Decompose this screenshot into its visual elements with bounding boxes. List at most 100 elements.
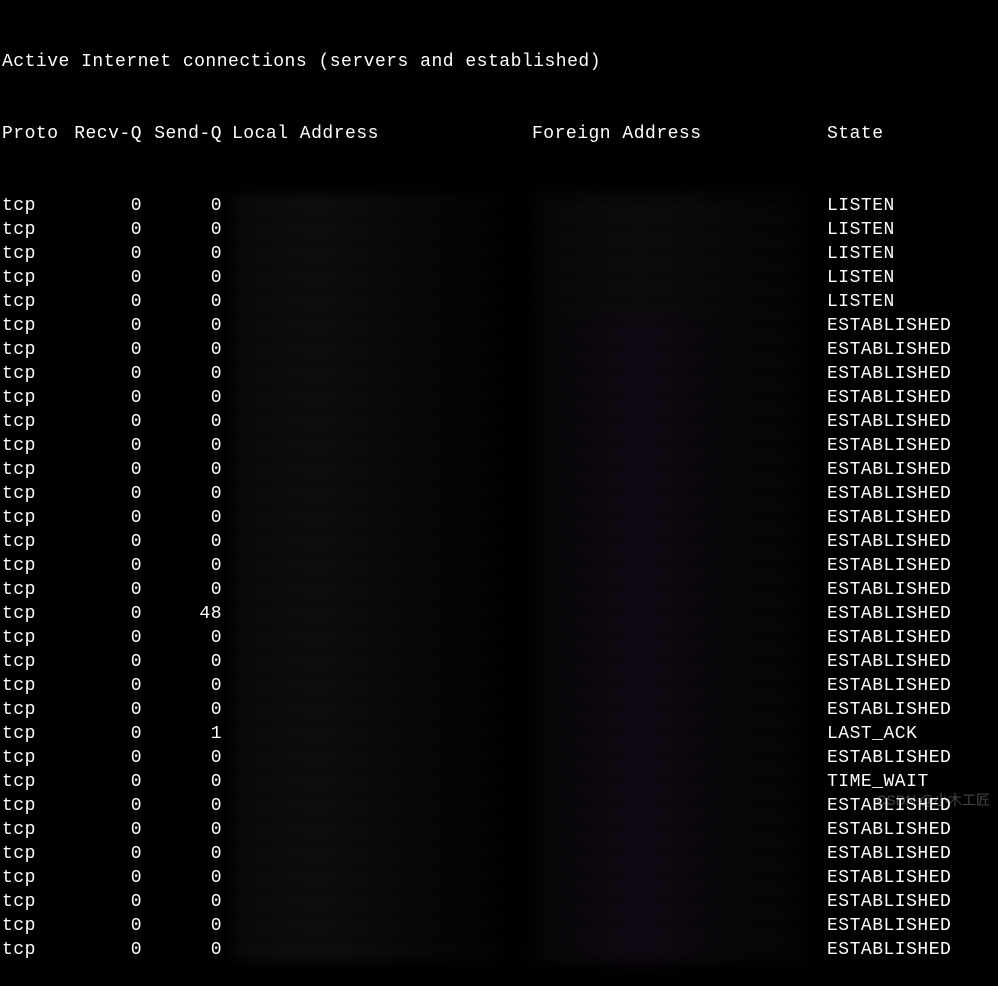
netstat-title: Active Internet connections (servers and… bbox=[2, 50, 996, 74]
cell-state: ESTABLISHED bbox=[827, 674, 996, 698]
connection-row: tcp00ESTABLISHED bbox=[2, 362, 996, 386]
redacted-local bbox=[232, 844, 502, 864]
cell-foreign-address bbox=[532, 434, 827, 458]
cell-sendq: 0 bbox=[152, 794, 232, 818]
cell-local-address bbox=[232, 722, 532, 746]
redacted-foreign bbox=[532, 508, 802, 528]
cell-proto: tcp bbox=[2, 482, 72, 506]
cell-foreign-address bbox=[532, 242, 827, 266]
cell-local-address bbox=[232, 890, 532, 914]
cell-local-address bbox=[232, 818, 532, 842]
cell-recvq: 0 bbox=[72, 482, 152, 506]
cell-state: ESTABLISHED bbox=[827, 650, 996, 674]
cell-recvq: 0 bbox=[72, 338, 152, 362]
cell-state: ESTABLISHED bbox=[827, 890, 996, 914]
cell-sendq: 0 bbox=[152, 914, 232, 938]
redacted-foreign bbox=[532, 340, 802, 360]
cell-state: ESTABLISHED bbox=[827, 410, 996, 434]
terminal-output: Active Internet connections (servers and… bbox=[2, 2, 996, 986]
cell-sendq: 0 bbox=[152, 482, 232, 506]
connection-row: tcp00ESTABLISHED bbox=[2, 314, 996, 338]
connection-row: tcp00ESTABLISHED bbox=[2, 698, 996, 722]
redacted-local bbox=[232, 412, 502, 432]
cell-sendq: 0 bbox=[152, 890, 232, 914]
redacted-local bbox=[232, 508, 502, 528]
cell-proto: tcp bbox=[2, 914, 72, 938]
cell-state: LISTEN bbox=[827, 194, 996, 218]
cell-proto: tcp bbox=[2, 650, 72, 674]
connection-row: tcp00ESTABLISHED bbox=[2, 338, 996, 362]
connection-row: tcp00ESTABLISHED bbox=[2, 650, 996, 674]
cell-sendq: 0 bbox=[152, 242, 232, 266]
redacted-foreign bbox=[532, 292, 802, 312]
cell-local-address bbox=[232, 746, 532, 770]
connection-row: tcp00LISTEN bbox=[2, 266, 996, 290]
cell-state: ESTABLISHED bbox=[827, 386, 996, 410]
cell-local-address bbox=[232, 794, 532, 818]
cell-local-address bbox=[232, 842, 532, 866]
cell-sendq: 0 bbox=[152, 530, 232, 554]
connection-row: tcp00ESTABLISHED bbox=[2, 482, 996, 506]
cell-foreign-address bbox=[532, 266, 827, 290]
cell-recvq: 0 bbox=[72, 242, 152, 266]
cell-recvq: 0 bbox=[72, 434, 152, 458]
connection-row: tcp00ESTABLISHED bbox=[2, 530, 996, 554]
redacted-foreign bbox=[532, 604, 802, 624]
connection-row: tcp00LISTEN bbox=[2, 242, 996, 266]
cell-local-address bbox=[232, 698, 532, 722]
redacted-local bbox=[232, 364, 502, 384]
cell-recvq: 0 bbox=[72, 458, 152, 482]
connection-row: tcp00ESTABLISHED bbox=[2, 914, 996, 938]
cell-recvq: 0 bbox=[72, 506, 152, 530]
cell-proto: tcp bbox=[2, 266, 72, 290]
cell-sendq: 0 bbox=[152, 290, 232, 314]
redacted-foreign bbox=[532, 652, 802, 672]
cell-proto: tcp bbox=[2, 794, 72, 818]
cell-proto: tcp bbox=[2, 626, 72, 650]
cell-local-address bbox=[232, 530, 532, 554]
redacted-foreign bbox=[532, 556, 802, 576]
cell-foreign-address bbox=[532, 218, 827, 242]
cell-state: ESTABLISHED bbox=[827, 434, 996, 458]
cell-recvq: 0 bbox=[72, 410, 152, 434]
cell-local-address bbox=[232, 434, 532, 458]
cell-state: ESTABLISHED bbox=[827, 362, 996, 386]
cell-local-address bbox=[232, 650, 532, 674]
redacted-foreign bbox=[532, 196, 802, 216]
connection-row: tcp00ESTABLISHED bbox=[2, 434, 996, 458]
cell-proto: tcp bbox=[2, 842, 72, 866]
redacted-foreign bbox=[532, 484, 802, 504]
cell-foreign-address bbox=[532, 866, 827, 890]
connection-row: tcp00ESTABLISHED bbox=[2, 818, 996, 842]
redacted-local bbox=[232, 484, 502, 504]
redacted-local bbox=[232, 580, 502, 600]
cell-recvq: 0 bbox=[72, 194, 152, 218]
cell-local-address bbox=[232, 410, 532, 434]
cell-recvq: 0 bbox=[72, 674, 152, 698]
cell-sendq: 0 bbox=[152, 506, 232, 530]
cell-foreign-address bbox=[532, 890, 827, 914]
redacted-foreign bbox=[532, 220, 802, 240]
cell-local-address bbox=[232, 770, 532, 794]
cell-local-address bbox=[232, 218, 532, 242]
cell-local-address bbox=[232, 674, 532, 698]
redacted-foreign bbox=[532, 820, 802, 840]
cell-foreign-address bbox=[532, 674, 827, 698]
cell-recvq: 0 bbox=[72, 722, 152, 746]
cell-sendq: 0 bbox=[152, 818, 232, 842]
redacted-foreign bbox=[532, 844, 802, 864]
cell-recvq: 0 bbox=[72, 698, 152, 722]
redacted-local bbox=[232, 676, 502, 696]
cell-sendq: 0 bbox=[152, 938, 232, 962]
cell-proto: tcp bbox=[2, 218, 72, 242]
cell-foreign-address bbox=[532, 578, 827, 602]
cell-foreign-address bbox=[532, 914, 827, 938]
cell-recvq: 0 bbox=[72, 290, 152, 314]
cell-recvq: 0 bbox=[72, 362, 152, 386]
cell-proto: tcp bbox=[2, 242, 72, 266]
header-row: Proto Recv-Q Send-Q Local Address Foreig… bbox=[2, 122, 996, 146]
connection-row: tcp00ESTABLISHED bbox=[2, 410, 996, 434]
cell-recvq: 0 bbox=[72, 866, 152, 890]
redacted-foreign bbox=[532, 724, 802, 744]
cell-state: ESTABLISHED bbox=[827, 842, 996, 866]
